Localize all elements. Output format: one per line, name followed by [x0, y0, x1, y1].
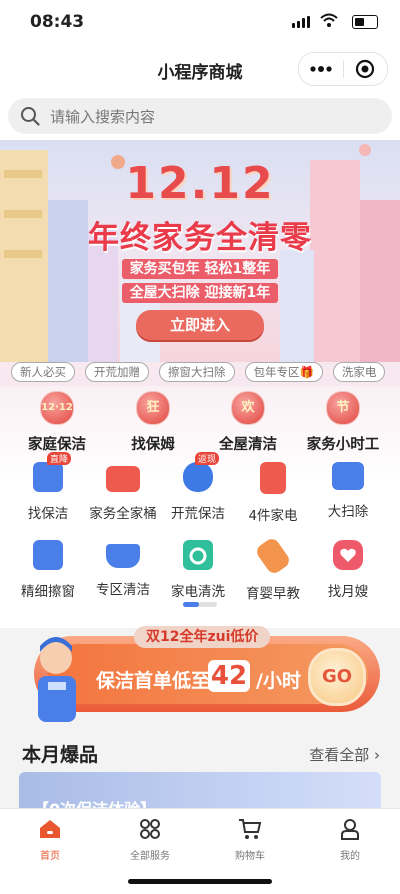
- cleaning-spray-icon: 直降: [33, 452, 72, 492]
- tab-label: 首页: [40, 851, 60, 862]
- home-icon: [40, 820, 60, 838]
- service-label: 找保洁: [27, 506, 69, 522]
- close-miniprogram-button[interactable]: [344, 53, 388, 85]
- tab-home[interactable]: 首页: [0, 809, 100, 894]
- cart-icon: [239, 819, 262, 839]
- category-label: 找保姆: [131, 437, 175, 453]
- page-indicator: [183, 602, 217, 607]
- banner-title-big: 12.12: [125, 158, 275, 209]
- promo-card[interactable]: 双12全年zui低价 保洁首单低至 42 /小时 GO: [12, 622, 388, 726]
- tab-label: 全部服务: [130, 851, 170, 862]
- more-dots-icon: [310, 66, 332, 72]
- festival-badge-icon: 狂: [136, 391, 170, 425]
- promo-unit: /小时: [256, 670, 301, 692]
- festival-badge-icon: 12·12: [40, 391, 74, 425]
- category-label: 家庭保洁: [28, 437, 86, 453]
- tag-item[interactable]: 擦窗大扫除: [159, 362, 235, 382]
- category-family-cleaning[interactable]: 12·12 家庭保洁: [12, 391, 102, 454]
- battery-icon: [352, 15, 378, 29]
- search-area: 请输入搜索内容: [0, 96, 400, 140]
- festival-badge-icon: 节: [326, 391, 360, 425]
- service-post-renovation[interactable]: 返现 开荒保洁: [159, 452, 237, 522]
- product-card[interactable]: 【0次保洁体验】: [19, 772, 381, 812]
- cashback-badge: 返现: [195, 452, 220, 465]
- festival-badge-icon: 欢: [231, 391, 265, 425]
- service-big-cleaning[interactable]: 大扫除: [309, 462, 387, 520]
- go-button[interactable]: GO: [308, 648, 366, 706]
- category-label: 全屋清洁: [219, 437, 277, 453]
- service-label: 家电清洗: [171, 584, 225, 600]
- service-label: 大扫除: [327, 504, 369, 520]
- status-time: 08:43: [30, 12, 85, 32]
- tab-mine[interactable]: 我的: [300, 809, 400, 894]
- service-label: 找月嫂: [327, 584, 369, 600]
- discount-badge: 直降: [47, 452, 72, 465]
- category-nanny[interactable]: 狂 找保姆: [108, 391, 198, 454]
- miniprogram-capsule: [298, 52, 388, 86]
- tag-row: 新人必买 开荒加赠 擦窗大扫除 包年专区🎁 洗家电: [0, 362, 400, 386]
- banner-line1: 家务买包年 轻松1整年: [121, 259, 279, 279]
- banner-enter-button[interactable]: 立即进入: [136, 310, 264, 340]
- service-label: 育婴早教: [246, 586, 300, 602]
- service-label: 4件家电: [248, 508, 298, 524]
- banner-line2: 全屋大扫除 迎接新1年: [121, 283, 279, 303]
- status-bar: 08:43: [0, 0, 400, 44]
- search-input[interactable]: 请输入搜索内容: [8, 98, 392, 134]
- tag-item[interactable]: 开荒加赠: [85, 362, 149, 382]
- service-family-bundle[interactable]: 家务全家桶: [84, 462, 162, 522]
- baby-bottle-icon: [253, 536, 293, 576]
- tag-item[interactable]: 包年专区🎁: [244, 362, 323, 382]
- view-all-link[interactable]: 查看全部 ›: [309, 744, 380, 765]
- promo-text-before: 保洁首单低至: [96, 670, 211, 692]
- more-button[interactable]: [299, 53, 343, 85]
- service-label: 家务全家桶: [89, 506, 157, 522]
- section-title: 本月爆品: [22, 744, 99, 766]
- service-area-cleaning[interactable]: 专区清洁: [84, 540, 162, 598]
- vacuum-icon: 返现: [183, 452, 220, 492]
- grid-icon: [140, 819, 160, 839]
- heart-icon: [333, 540, 363, 570]
- signal-icon: [292, 16, 310, 28]
- search-icon: [21, 107, 40, 126]
- fridge-icon: [260, 462, 286, 494]
- service-grid: 12·12 家庭保洁 狂 找保姆 欢 全屋清洁 节 家务小时工 直降 找保洁 家…: [0, 386, 400, 628]
- service-infant-education[interactable]: 育婴早教: [234, 536, 312, 602]
- category-hourly-worker[interactable]: 节 家务小时工: [298, 391, 388, 454]
- tab-label: 购物车: [235, 851, 265, 862]
- tab-label: 我的: [340, 851, 360, 862]
- nav-bar: 小程序商城: [0, 44, 400, 96]
- bathtub-icon: [106, 544, 140, 568]
- promo-banner[interactable]: 12.12 年终家务全清零 家务买包年 轻松1整年 全屋大扫除 迎接新1年 立即…: [0, 140, 400, 362]
- search-placeholder: 请输入搜索内容: [50, 107, 156, 126]
- window-icon: [33, 540, 63, 570]
- service-window-cleaning[interactable]: 精细擦窗: [9, 540, 87, 600]
- target-circle-icon: [356, 59, 375, 79]
- tag-item[interactable]: 新人必买: [11, 362, 75, 382]
- service-label: 开荒保洁: [171, 506, 225, 522]
- home-indicator: [128, 879, 272, 884]
- house-icon: [106, 466, 140, 492]
- service-find-cleaner[interactable]: 直降 找保洁: [9, 452, 87, 522]
- banner-title-main: 年终家务全清零: [88, 220, 312, 256]
- service-four-appliances[interactable]: 4件家电: [234, 462, 312, 524]
- wifi-icon: [320, 13, 338, 27]
- category-label: 家务小时工: [306, 437, 380, 453]
- service-maternity-nanny[interactable]: 找月嫂: [309, 540, 387, 600]
- tag-item[interactable]: 洗家电: [332, 362, 386, 382]
- user-icon: [341, 819, 359, 840]
- service-label: 专区清洁: [96, 582, 150, 598]
- category-whole-house[interactable]: 欢 全屋清洁: [203, 391, 293, 454]
- promo-price: 42: [208, 660, 250, 692]
- service-appliance-washing[interactable]: 家电清洗: [159, 540, 237, 600]
- cleaner-illustration: [38, 637, 76, 722]
- warehouse-icon: [332, 462, 364, 490]
- washer-icon: [183, 540, 213, 570]
- service-label: 精细擦窗: [21, 584, 75, 600]
- promo-tagline: 双12全年zui低价: [134, 626, 271, 648]
